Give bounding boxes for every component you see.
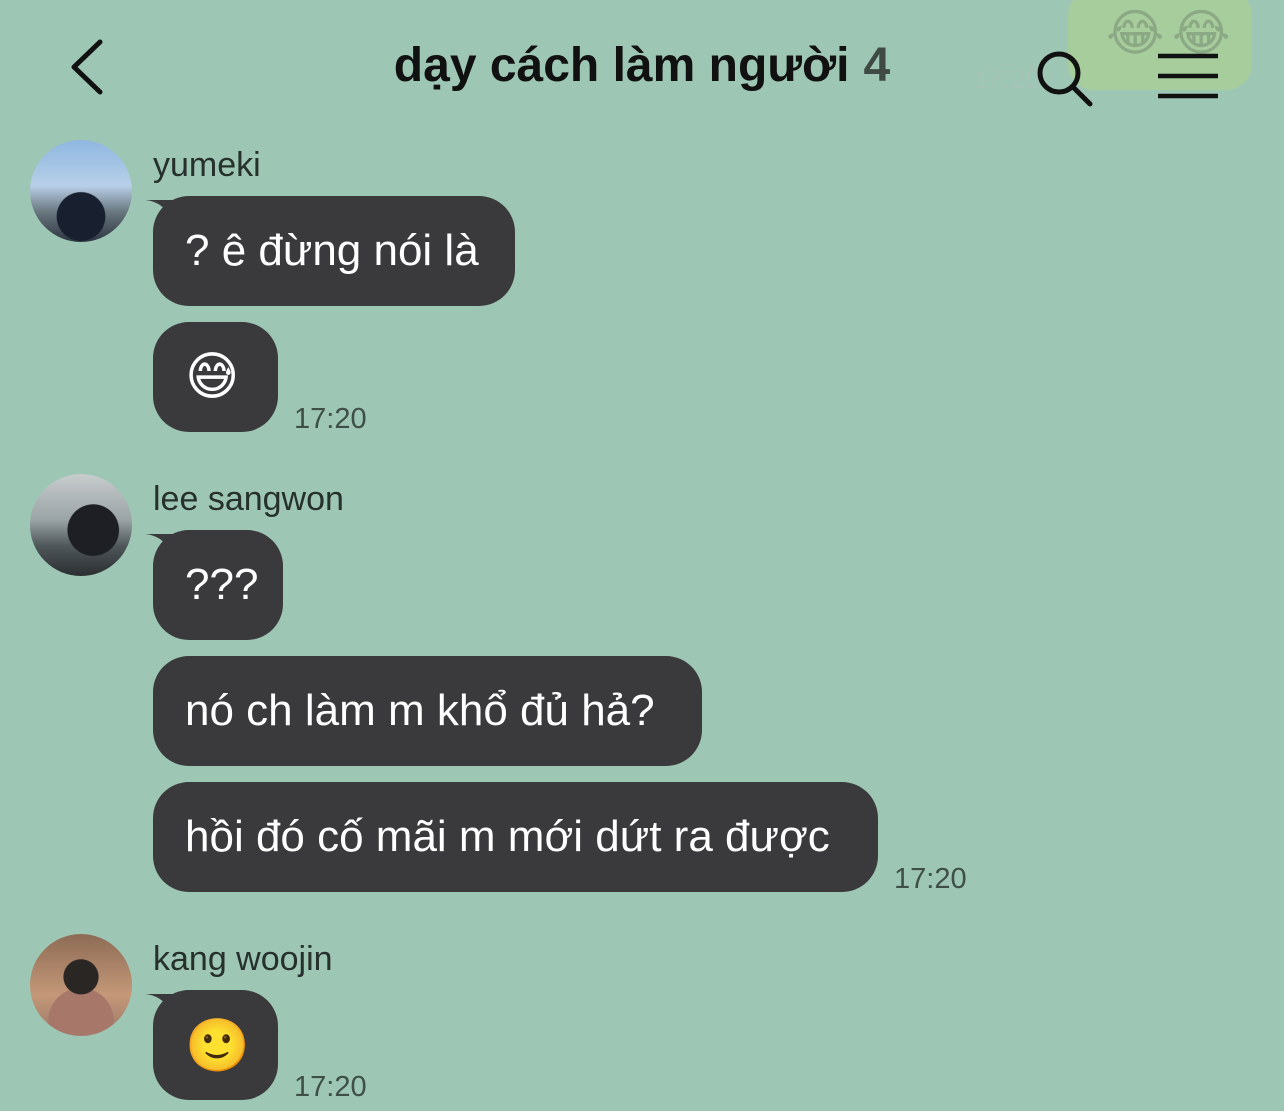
avatar-kang-woojin[interactable] <box>30 934 132 1036</box>
sender-name: lee sangwon <box>153 480 344 518</box>
group-name: dạy cách làm người <box>393 39 850 92</box>
message-time: 17:20 <box>294 1071 367 1103</box>
search-icon[interactable] <box>1034 48 1096 110</box>
message-bubble-emoji[interactable]: 😅 <box>153 322 278 432</box>
message-bubble-emoji[interactable]: 🙂 <box>153 990 278 1100</box>
message-bubble[interactable]: ??? <box>153 530 283 640</box>
message-bubble[interactable]: hồi đó cố mãi m mới dứt ra được <box>153 782 878 892</box>
message-bubble[interactable]: ? ê đừng nói là <box>153 196 515 306</box>
avatar-lee-sangwon[interactable] <box>30 474 132 576</box>
message-time: 17:20 <box>294 403 367 435</box>
sender-name: kang woojin <box>153 940 333 978</box>
message-time: 17:20 <box>894 863 967 895</box>
avatar-yumeki[interactable] <box>30 140 132 242</box>
member-count: 4 <box>863 39 891 92</box>
sender-name: yumeki <box>153 146 261 184</box>
menu-icon[interactable] <box>1156 52 1220 100</box>
message-bubble[interactable]: nó ch làm m khổ đủ hả? <box>153 656 702 766</box>
